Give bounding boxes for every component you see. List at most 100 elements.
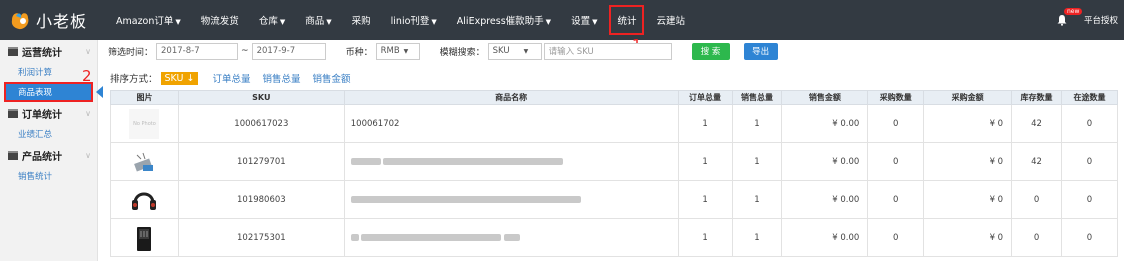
sidebar-item-label: 商品表现 [18,88,53,98]
transit-cell: 0 [1061,218,1118,257]
nav-label: 采购 [351,16,371,27]
sidebar-group-label: 运营统计 [22,47,62,59]
chevron-down-icon: ▼ [403,47,409,55]
redacted-text [383,157,564,165]
col-purchase-qty: 采购数量 [867,90,925,105]
currency-select[interactable]: RMB ▼ [375,42,420,60]
nav-products[interactable]: 商品 ▼ [305,13,331,27]
sidebar-group-operations[interactable]: 运营统计 ∨ [0,40,97,62]
sidebar-item-label: 业绩汇总 [18,130,53,140]
product-name-cell [343,142,679,181]
nav-cloud-site[interactable]: 云建站 [656,13,685,27]
purchase-qty-cell: 0 [867,104,925,143]
sidebar-item-label: 利润计算 [18,68,53,78]
redacted-text [504,233,521,241]
photo-cell [110,142,179,181]
nav-settings[interactable]: 设置 ▼ [571,13,597,27]
chevron-down-icon: ▼ [431,18,437,26]
annotation-number: 2 [82,67,92,85]
purchase-qty-cell: 0 [867,142,925,181]
bell-icon[interactable]: new [1056,8,1083,26]
col-amount: 销售金额 [781,90,869,105]
photo-cell [110,218,179,257]
product-name-cell [343,180,679,219]
sidebar-item-product-performance[interactable]: 商品表现 [4,82,103,102]
sort-sales-amount[interactable]: 销售金额 [313,71,351,85]
nav-label: Amazon订单 [116,16,174,27]
search-button[interactable]: 搜 索 [691,42,730,60]
stock-cell: 0 [1011,180,1063,219]
logo-text: 小老板 [36,12,88,31]
fuzzy-field-value: SKU [492,46,510,56]
date-to-input[interactable]: 2017-9-7 [251,42,326,60]
date-from-input[interactable]: 2017-8-7 [156,42,239,60]
nav-linio[interactable]: linio刊登 ▼ [391,13,437,27]
logo-icon [8,8,32,32]
sidebar-item-sales-stats[interactable]: 销售统计 [0,166,97,186]
chevron-down-icon: ∨ [85,150,91,160]
date-separator: ~ [241,46,249,56]
redacted-text [361,233,502,241]
product-performance-table: 图片 SKU 商品名称 订单总量 销售总量 销售金额 采购数量 采购金额 库存数… [110,90,1118,257]
chevron-down-icon: ▼ [279,18,286,26]
sku-cell: 1000617023 [177,104,345,143]
sort-sku-active[interactable]: SKU ↓ [160,71,199,85]
table-row[interactable]: 102175301 1 1 ¥ 0.00 0 ¥ 0 0 0 [110,218,1118,257]
sidebar-item-label: 销售统计 [18,172,53,182]
chevron-down-icon: ▼ [592,18,598,26]
report-icon [8,108,18,118]
product-name-cell: 100061702 [343,104,679,143]
sort-label: 排序方式： [110,74,158,85]
nav-aliexpress[interactable]: AliExpress催款助手 ▼ [457,13,551,27]
chevron-down-icon: ▼ [175,18,181,26]
purchase-amount-cell: ¥ 0 [923,218,1013,257]
redacted-text [350,233,359,241]
table-row[interactable]: 101980603 1 1 ¥ 0.00 0 ¥ 0 0 0 [110,180,1118,219]
amount-cell: ¥ 0.00 [781,180,869,219]
table-row[interactable]: 101279701 1 1 ¥ 0.00 0 ¥ 0 42 0 [110,142,1118,181]
sku-search-input[interactable]: 请输入 SKU [543,42,672,60]
sidebar-item-performance-summary[interactable]: 业绩汇总 [0,124,97,144]
col-photo: 图片 [110,90,179,105]
nav-label: 仓库 [258,16,278,27]
time-filter-label: 筛选时间： [108,47,154,58]
chevron-down-icon: ▼ [523,47,529,55]
sidebar-group-label: 订单统计 [22,109,62,121]
fuzzy-field-select[interactable]: SKU ▼ [487,42,542,60]
sort-sales-total[interactable]: 销售总量 [262,71,300,85]
nav-statistics[interactable]: 统计 [609,5,645,35]
stock-cell: 42 [1011,104,1063,143]
sidebar-group-products[interactable]: 产品统计 ∨ [0,144,97,166]
photo-cell [110,180,179,219]
redacted-text [350,157,381,165]
sales-cell: 1 [731,218,783,257]
col-purchase-amount: 采购金额 [923,90,1013,105]
product-name-cell [343,218,679,257]
top-navbar: 小老板 Amazon订单 ▼ 物流发货 仓库 ▼ 商品 ▼ 采购 linio刊登 ▼ A… [0,0,1124,40]
nav-amazon-orders[interactable]: Amazon订单 ▼ [116,13,181,27]
currency-value: RMB [380,46,400,56]
no-photo-placeholder: No Photo [129,108,160,139]
nav-purchase[interactable]: 采购 [352,13,371,27]
col-name: 商品名称 [343,90,679,105]
nav-label: AliExpress催款助手 [456,16,544,27]
export-button[interactable]: 导出 [743,42,778,60]
table-row[interactable]: No Photo 1000617023 100061702 1 1 ¥ 0.00… [110,104,1118,143]
purchase-amount-cell: ¥ 0 [923,104,1013,143]
platform-auth-label: 平台授权 [1083,16,1118,26]
col-stock: 库存数量 [1011,90,1063,105]
chevron-down-icon: ▼ [326,18,332,26]
nav-warehouse[interactable]: 仓库 ▼ [259,13,285,27]
nav-logistics[interactable]: 物流发货 [201,13,239,27]
sort-order-total[interactable]: 订单总量 [212,71,250,85]
amount-cell: ¥ 0.00 [781,218,869,257]
platform-auth[interactable]: new 平台授权 [1056,0,1118,40]
sales-cell: 1 [731,142,783,181]
purchase-amount-cell: ¥ 0 [923,142,1013,181]
report-icon [8,46,18,56]
sidebar-group-orders[interactable]: 订单统计 ∨ [0,102,97,124]
sales-cell: 1 [731,180,783,219]
nav-label: 云建站 [656,16,685,27]
col-sales: 销售总量 [731,90,783,105]
app-logo[interactable]: 小老板 [0,0,110,40]
